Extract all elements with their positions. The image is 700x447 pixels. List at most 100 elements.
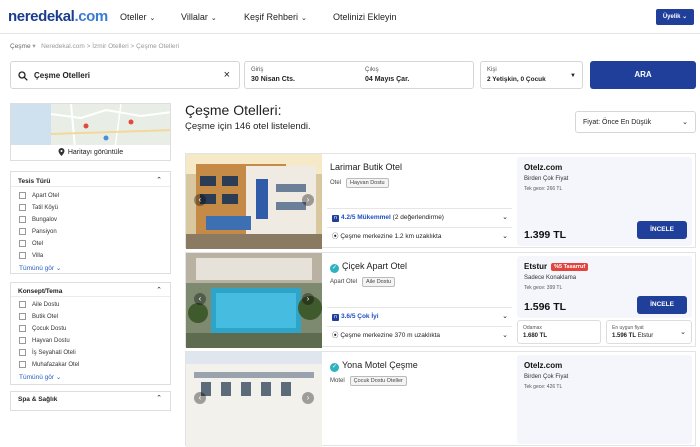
search-icon (18, 71, 28, 81)
hotel-name[interactable]: Larimar Butik Otel (330, 162, 402, 172)
option-label: Çocuk Dostu (32, 325, 67, 332)
checkbox[interactable] (19, 361, 26, 368)
hotel-card[interactable]: ‹ › ✓ Çiçek Apart Otel Apart Otel Aile Dos… (185, 252, 696, 348)
nav-otelinizi-ekleyin[interactable]: Otelinizi Ekleyin (333, 12, 397, 22)
checkbox[interactable] (19, 325, 26, 332)
review-count: (2 değerlendirme) (392, 214, 444, 221)
hotel-name: Yona Motel Çeşme (342, 360, 418, 370)
chevron-up-icon[interactable]: ⌃ (156, 286, 162, 294)
filter-option[interactable]: Bungalov (19, 216, 57, 223)
next-photo-icon[interactable]: › (302, 194, 314, 206)
checkbox[interactable] (19, 216, 26, 223)
prev-photo-icon[interactable]: ‹ (194, 194, 206, 206)
hotel-card[interactable]: ‹ › Larimar Butik Otel Otel Hayvan Dostu … (185, 153, 696, 249)
distance-row[interactable]: ⦿ Çeşme merkezine 1.2 km uzaklıkta ⌄ (327, 227, 512, 244)
filter-option[interactable]: Pansiyon (19, 228, 57, 235)
rating-badge-icon: n (332, 215, 339, 222)
guests-field[interactable]: Kişi 2 Yetişkin, 0 Çocuk ▼ (480, 61, 583, 89)
clear-icon[interactable]: × (224, 69, 230, 81)
alt-price-box[interactable]: Odamax 1.680 TL (517, 320, 601, 344)
checkbox[interactable] (19, 337, 26, 344)
breadcrumb-item[interactable]: İzmir Otelleri (92, 43, 128, 50)
hotel-photo[interactable]: ‹ › (186, 253, 322, 348)
hotel-name-row[interactable]: ✓ Çiçek Apart Otel (330, 261, 407, 273)
breadcrumb-item[interactable]: Çeşme (10, 43, 31, 50)
membership-button[interactable]: Üyelik ⌄ (656, 9, 694, 25)
hotel-photo[interactable]: ‹ › (186, 352, 322, 447)
hotel-name-row[interactable]: ✓ Yona Motel Çeşme (330, 360, 418, 372)
breadcrumb-item[interactable]: Neredekal.com (41, 43, 85, 50)
option-label: Aile Dostu (32, 301, 60, 308)
option-label: Tatil Köyü (32, 204, 59, 211)
view-map-button[interactable]: Haritayı görüntüle (11, 145, 170, 160)
prev-photo-icon[interactable]: ‹ (194, 293, 206, 305)
date-field[interactable]: Giriş 30 Nisan Cts. Çıkış 04 Mayıs Çar. (244, 61, 474, 89)
filter-option[interactable]: Muhafazakar Otel (19, 361, 79, 368)
rating-row[interactable]: n 4.2/5 Mükemmel (2 değerlendirme) ⌄ (327, 208, 512, 225)
rating-row[interactable]: n 3.6/5 Çok İyi ⌄ (327, 307, 512, 324)
nav-label: Oteller (120, 12, 147, 22)
nav-oteller[interactable]: Oteller ⌄ (120, 12, 155, 22)
filter-title: Spa & Sağlık (18, 396, 58, 403)
distance-text: Çeşme merkezine 370 m uzaklıkta (340, 332, 441, 339)
chevron-up-icon[interactable]: ⌃ (156, 394, 162, 402)
checkout-label: Çıkış (365, 67, 379, 73)
option-label: Otel (32, 240, 44, 247)
filter-option[interactable]: Aile Dostu (19, 301, 59, 308)
filter-option[interactable]: Otel (19, 240, 43, 247)
checkbox[interactable] (19, 349, 26, 356)
breadcrumb: Çeşme ▾ Neredekal.com > İzmir Otelleri >… (10, 43, 180, 50)
sort-select[interactable]: Fiyat: Önce En Düşük ⌄ (575, 111, 696, 133)
search-button[interactable]: ARA (590, 61, 696, 89)
total-price: 1.399 TL (524, 229, 567, 241)
site-logo[interactable]: neredekal.com (8, 8, 108, 25)
view-deal-button[interactable]: İNCELE (637, 221, 687, 239)
hotel-photo[interactable]: ‹ › (186, 154, 322, 249)
chevron-up-icon[interactable]: ⌃ (156, 176, 162, 184)
checkbox[interactable] (19, 240, 26, 247)
hotel-card[interactable]: ‹ › ✓ Yona Motel Çeşme Motel Çocuk Dostu O… (185, 351, 696, 447)
best-price-row: 1.596 TL Etstur (612, 333, 653, 339)
checkbox[interactable] (19, 228, 26, 235)
best-price-box[interactable]: En uygun fiyat 1.596 TL Etstur ⌄ (606, 320, 692, 344)
checkbox[interactable] (19, 301, 26, 308)
filter-option[interactable]: Butik Otel (19, 313, 58, 320)
filter-option[interactable]: Villa (19, 252, 43, 259)
hotel-type-row: Motel Çocuk Dostu Oteller (330, 376, 407, 386)
hotel-type: Apart Otel (330, 279, 358, 285)
nav-kesif-rehberi[interactable]: Keşif Rehberi ⌄ (244, 12, 307, 22)
checkbox[interactable] (19, 192, 26, 199)
nightly-price: Tek gece: 399 TL (524, 285, 563, 291)
provider-name: Otelz.com (524, 361, 563, 370)
checkbox[interactable] (19, 313, 26, 320)
filter-title: Konsept/Tema (18, 288, 63, 295)
map-preview[interactable]: Haritayı görüntüle (10, 103, 171, 161)
show-all-link[interactable]: Tümünü gör ⌄ (19, 373, 61, 381)
filter-option[interactable]: Tatil Köyü (19, 204, 58, 211)
next-photo-icon[interactable]: › (302, 293, 314, 305)
filter-option[interactable]: İş Seyahati Oteli (19, 349, 76, 356)
hotel-type: Motel (330, 378, 345, 384)
next-photo-icon[interactable]: › (302, 392, 314, 404)
offer-description: Birden Çok Fiyat (524, 374, 569, 380)
filter-option[interactable]: Çocuk Dostu (19, 325, 66, 332)
view-deal-button[interactable]: İNCELE (637, 296, 687, 314)
destination-field[interactable]: Çeşme Otelleri × (10, 61, 240, 89)
filter-option[interactable]: Apart Otel (19, 192, 59, 199)
distance-row[interactable]: ⦿ Çeşme merkezine 370 m uzaklıkta ⌄ (327, 326, 512, 343)
best-provider: Etstur (637, 333, 654, 339)
show-all-link[interactable]: Tümünü gör ⌄ (19, 264, 61, 272)
nav-villalar[interactable]: Villalar ⌄ (181, 12, 217, 22)
checkbox[interactable] (19, 204, 26, 211)
prev-photo-icon[interactable]: ‹ (194, 392, 206, 404)
filter-spa-health: Spa & Sağlık ⌃ (10, 391, 171, 411)
total-price: 1.596 TL (524, 301, 567, 313)
verified-icon: ✓ (330, 363, 339, 372)
rating-value: 3.6/5 Çok İyi (341, 313, 379, 320)
option-label: Villa (32, 252, 44, 259)
checkbox[interactable] (19, 252, 26, 259)
hotel-type: Otel (330, 180, 342, 186)
map-pin-icon: ⦿ (332, 233, 339, 240)
nav-label: Keşif Rehberi (244, 12, 299, 22)
filter-option[interactable]: Hayvan Dostu (19, 337, 70, 344)
